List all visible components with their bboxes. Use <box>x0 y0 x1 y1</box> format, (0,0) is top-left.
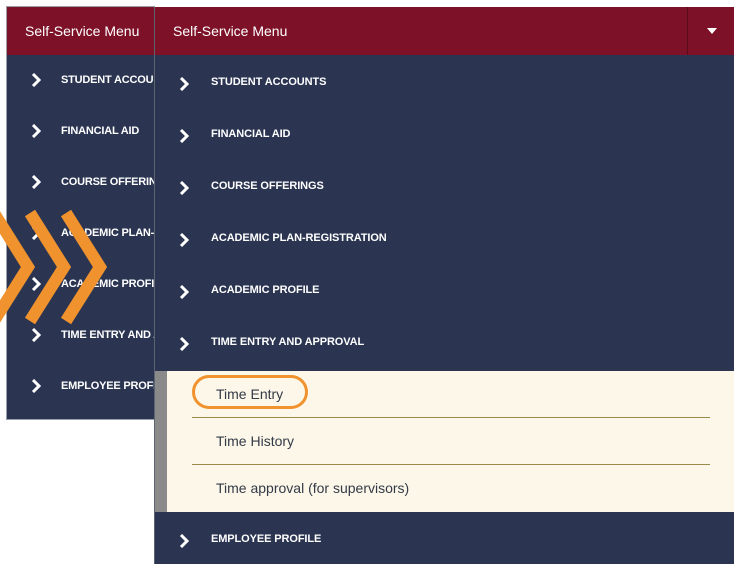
caret-down-icon <box>707 28 717 34</box>
background-item-label: TIME ENTRY AND APPROVAL <box>61 329 154 341</box>
background-item-label: FINANCIAL AID <box>61 125 140 137</box>
menu-toggle-button[interactable] <box>687 7 734 55</box>
self-service-menu: Self-Service Menu STUDENT ACCOUNTS FINAN… <box>154 7 734 564</box>
chevron-right-icon <box>179 77 189 91</box>
menu-item-label: TIME ENTRY AND APPROVAL <box>211 336 365 348</box>
chevron-right-icon <box>31 124 41 138</box>
background-item-course-offerings: COURSE OFFERINGS <box>7 157 154 208</box>
background-item-employee-profile: EMPLOYEE PROFILE <box>7 361 154 412</box>
chevron-right-icon <box>179 337 189 351</box>
chevron-right-icon <box>179 534 189 548</box>
background-item-label: STUDENT ACCOUNTS <box>61 74 154 86</box>
chevron-right-icon <box>179 233 189 247</box>
submenu-item-label: Time approval (for supervisors) <box>216 480 410 496</box>
menu-item-course-offerings[interactable]: COURSE OFFERINGS <box>155 159 734 211</box>
chevron-right-icon <box>179 181 189 195</box>
menu-header: Self-Service Menu <box>155 7 734 55</box>
triple-chevron-arrows-icon <box>0 205 120 330</box>
menu-item-label: FINANCIAL AID <box>211 128 291 140</box>
background-item-student-accounts: STUDENT ACCOUNTS <box>7 55 154 106</box>
menu-item-financial-aid[interactable]: FINANCIAL AID <box>155 107 734 159</box>
menu-item-time-entry-and-approval[interactable]: TIME ENTRY AND APPROVAL <box>155 315 734 367</box>
chevron-right-icon <box>31 328 41 342</box>
background-item-label: EMPLOYEE PROFILE <box>61 380 154 392</box>
background-item-financial-aid: FINANCIAL AID <box>7 106 154 157</box>
background-menu-header: Self-Service Menu <box>7 7 154 55</box>
chevron-right-icon <box>179 285 189 299</box>
submenu-indent-bar <box>155 371 167 512</box>
highlight-circle <box>192 375 308 409</box>
menu-item-student-accounts[interactable]: STUDENT ACCOUNTS <box>155 55 734 107</box>
menu-item-academic-plan-registration[interactable]: ACADEMIC PLAN-REGISTRATION <box>155 211 734 263</box>
menu-item-label: ACADEMIC PLAN-REGISTRATION <box>211 232 387 244</box>
menu-item-employee-profile[interactable]: EMPLOYEE PROFILE <box>155 512 734 564</box>
menu-item-academic-profile[interactable]: ACADEMIC PROFILE <box>155 263 734 315</box>
time-entry-submenu: Time Entry Time History Time approval (f… <box>155 371 734 512</box>
menu-item-label: EMPLOYEE PROFILE <box>211 533 322 545</box>
menu-item-label: ACADEMIC PROFILE <box>211 284 320 296</box>
background-menu-title: Self-Service Menu <box>25 23 140 39</box>
menu-title: Self-Service Menu <box>173 23 288 39</box>
submenu-item-time-history[interactable]: Time History <box>192 418 710 464</box>
background-item-label: COURSE OFFERINGS <box>61 176 154 188</box>
chevron-right-icon <box>179 129 189 143</box>
submenu-item-label: Time History <box>216 433 295 449</box>
chevron-right-icon <box>31 379 41 393</box>
menu-item-label: COURSE OFFERINGS <box>211 180 324 192</box>
chevron-right-icon <box>31 175 41 189</box>
chevron-right-icon <box>31 73 41 87</box>
submenu-item-time-approval[interactable]: Time approval (for supervisors) <box>192 465 710 511</box>
menu-item-label: STUDENT ACCOUNTS <box>211 76 327 88</box>
